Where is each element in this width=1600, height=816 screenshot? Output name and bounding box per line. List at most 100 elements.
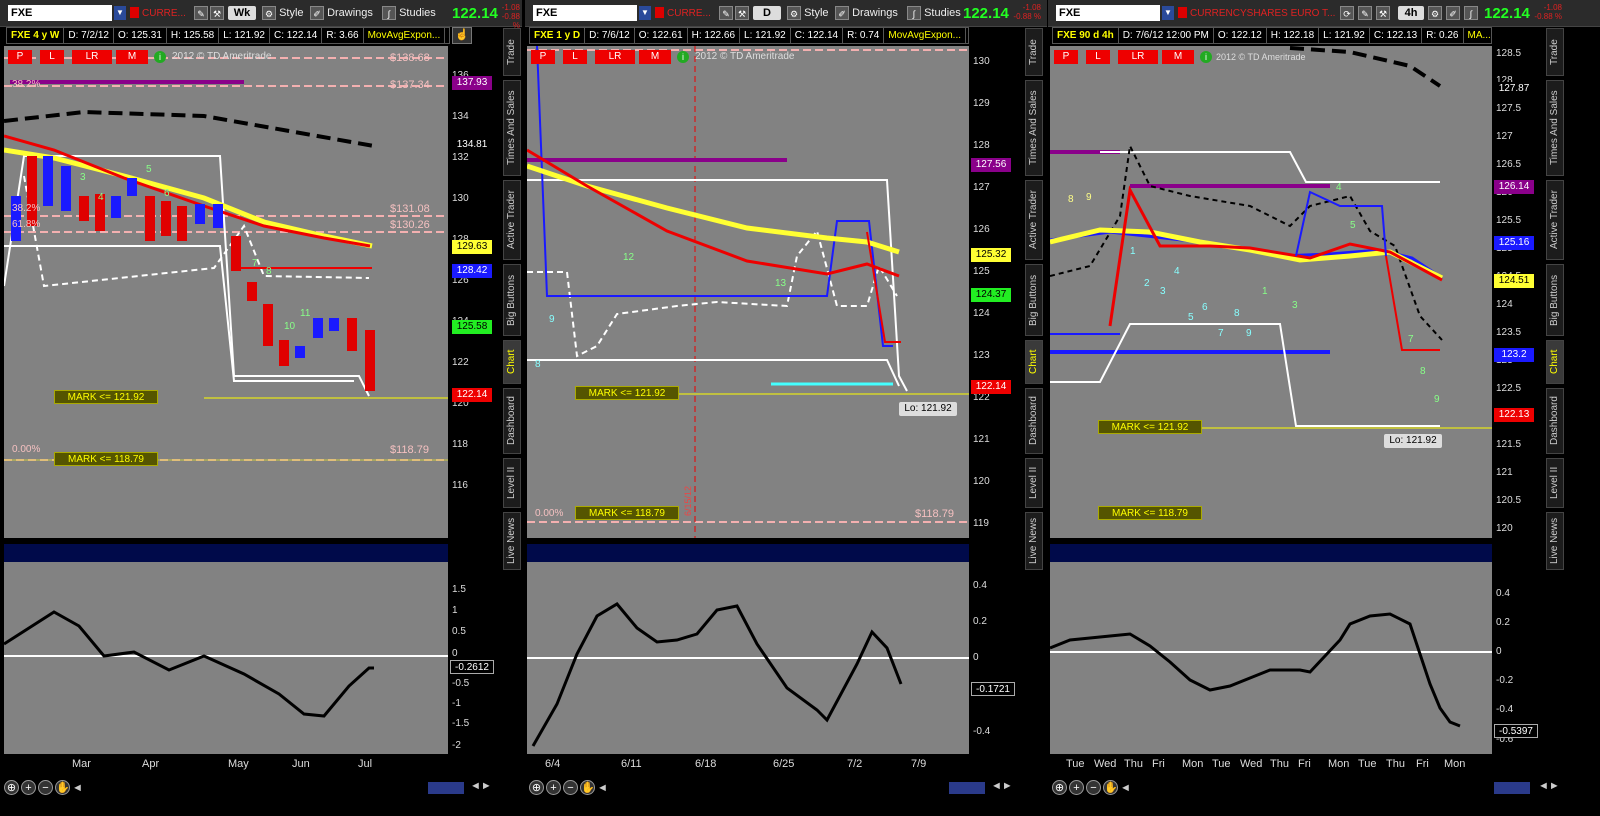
price-chart[interactable]: P L LR M i 2012 © TD Ameritrade $138.68 … bbox=[4, 46, 448, 538]
plr-m-button[interactable]: M bbox=[1162, 50, 1194, 64]
info-icon[interactable]: i bbox=[677, 51, 689, 63]
tab-big-buttons[interactable]: Big Buttons bbox=[503, 264, 521, 336]
plr-l-button[interactable]: L bbox=[40, 50, 64, 64]
cursor-mode-icon[interactable]: ☝ bbox=[452, 27, 472, 44]
scroll-left-icon[interactable]: ◄ bbox=[72, 782, 83, 794]
tab-big-buttons[interactable]: Big Buttons bbox=[1546, 264, 1564, 336]
studies-button[interactable]: ∫ Studies bbox=[907, 6, 961, 21]
tab-active-trader[interactable]: Active Trader bbox=[503, 180, 521, 260]
aggregation-button[interactable]: Wk bbox=[228, 6, 256, 20]
zoom-in-icon[interactable]: + bbox=[1069, 780, 1084, 795]
style-button[interactable]: ⚙ Style bbox=[787, 6, 829, 21]
tab-times-and-sales[interactable]: Times And Sales bbox=[1546, 80, 1564, 176]
expand-icon[interactable]: ◄► bbox=[1538, 780, 1560, 792]
tab-dashboard[interactable]: Dashboard bbox=[1546, 388, 1564, 454]
drawings-button[interactable]: ✐ bbox=[1446, 6, 1460, 21]
settings-icon[interactable]: ✎ bbox=[1358, 6, 1372, 21]
mark-alert[interactable]: MARK <= 118.79 bbox=[1098, 506, 1202, 520]
link-color-icon[interactable] bbox=[655, 7, 664, 18]
zoom-in-icon[interactable]: + bbox=[546, 780, 561, 795]
scrollbar-thumb[interactable] bbox=[1494, 782, 1530, 794]
pan-hand-icon[interactable]: ✋ bbox=[55, 780, 70, 795]
zoom-out-icon[interactable]: − bbox=[1086, 780, 1101, 795]
plr-p-button[interactable]: P bbox=[531, 50, 555, 64]
info-icon[interactable]: i bbox=[1200, 51, 1212, 63]
price-chart[interactable]: P L LR M i 2012 © TD Ameritrade MARK <= … bbox=[1050, 46, 1492, 538]
mark-alert[interactable]: MARK <= 121.92 bbox=[1098, 420, 1202, 434]
tools-icon[interactable]: ⚒ bbox=[1376, 6, 1390, 21]
mark-alert[interactable]: MARK <= 118.79 bbox=[54, 452, 158, 466]
tab-active-trader[interactable]: Active Trader bbox=[1546, 180, 1564, 260]
tab-chart[interactable]: Chart bbox=[1025, 340, 1043, 384]
tab-times-and-sales[interactable]: Times And Sales bbox=[503, 80, 521, 176]
zoom-fit-icon[interactable]: ⊕ bbox=[1052, 780, 1067, 795]
link-color-icon[interactable] bbox=[1178, 7, 1187, 18]
tab-live-news[interactable]: Live News bbox=[1025, 512, 1043, 570]
oscillator-pane[interactable] bbox=[4, 544, 448, 754]
tab-dashboard[interactable]: Dashboard bbox=[503, 388, 521, 454]
link-color-icon[interactable] bbox=[130, 7, 139, 18]
tab-dashboard[interactable]: Dashboard bbox=[1025, 388, 1043, 454]
mark-alert[interactable]: MARK <= 118.79 bbox=[575, 506, 679, 520]
tab-chart[interactable]: Chart bbox=[503, 340, 521, 384]
plr-lr-button[interactable]: LR bbox=[1118, 50, 1158, 64]
expand-icon[interactable]: ◄► bbox=[470, 780, 492, 792]
scrollbar-thumb[interactable] bbox=[428, 782, 464, 794]
tab-live-news[interactable]: Live News bbox=[1546, 512, 1564, 570]
tab-level-ii[interactable]: Level II bbox=[1025, 458, 1043, 508]
price-chart[interactable]: P L LR M i 2012 © TD Ameritrade $118.79 … bbox=[527, 46, 969, 538]
tab-live-news[interactable]: Live News bbox=[503, 512, 521, 570]
tab-level-ii[interactable]: Level II bbox=[503, 458, 521, 508]
tools-icon[interactable]: ⚒ bbox=[210, 6, 224, 21]
symbol-dropdown-icon[interactable]: ▼ bbox=[639, 6, 651, 20]
plr-p-button[interactable]: P bbox=[1054, 50, 1078, 64]
aggregation-button[interactable]: 4h bbox=[1398, 6, 1424, 20]
style-button[interactable]: ⚙ bbox=[1428, 6, 1442, 21]
tab-active-trader[interactable]: Active Trader bbox=[1025, 180, 1043, 260]
zoom-fit-icon[interactable]: ⊕ bbox=[529, 780, 544, 795]
plr-m-button[interactable]: M bbox=[116, 50, 148, 64]
zoom-out-icon[interactable]: − bbox=[38, 780, 53, 795]
tab-big-buttons[interactable]: Big Buttons bbox=[1025, 264, 1043, 336]
zoom-out-icon[interactable]: − bbox=[563, 780, 578, 795]
sync-icon[interactable]: ⟳ bbox=[1340, 6, 1354, 21]
tab-trade[interactable]: Trade bbox=[503, 28, 521, 76]
plr-p-button[interactable]: P bbox=[8, 50, 32, 64]
oscillator-pane[interactable] bbox=[527, 544, 969, 754]
scrollbar-thumb[interactable] bbox=[949, 782, 985, 794]
plr-lr-button[interactable]: LR bbox=[72, 50, 112, 64]
drawings-button[interactable]: ✐ Drawings bbox=[835, 6, 898, 21]
plr-l-button[interactable]: L bbox=[1086, 50, 1110, 64]
style-button[interactable]: ⚙ Style bbox=[262, 6, 304, 21]
symbol-dropdown-icon[interactable]: ▼ bbox=[1162, 6, 1174, 20]
drawings-button[interactable]: ✐ Drawings bbox=[310, 6, 373, 21]
info-icon[interactable]: i bbox=[154, 51, 166, 63]
oscillator-pane[interactable] bbox=[1050, 544, 1492, 754]
symbol-input[interactable]: FXE bbox=[533, 5, 637, 21]
tab-times-and-sales[interactable]: Times And Sales bbox=[1025, 80, 1043, 176]
plr-m-button[interactable]: M bbox=[639, 50, 671, 64]
pan-hand-icon[interactable]: ✋ bbox=[1103, 780, 1118, 795]
tools-icon[interactable]: ⚒ bbox=[735, 6, 749, 21]
mark-alert[interactable]: MARK <= 121.92 bbox=[575, 386, 679, 400]
studies-button[interactable]: ∫ bbox=[1464, 6, 1478, 21]
symbol-dropdown-icon[interactable]: ▼ bbox=[114, 6, 126, 20]
plr-l-button[interactable]: L bbox=[563, 50, 587, 64]
tab-level-ii[interactable]: Level II bbox=[1546, 458, 1564, 508]
settings-icon[interactable]: ✎ bbox=[194, 6, 208, 21]
zoom-in-icon[interactable]: + bbox=[21, 780, 36, 795]
aggregation-button[interactable]: D bbox=[753, 6, 781, 20]
settings-icon[interactable]: ✎ bbox=[719, 6, 733, 21]
symbol-input[interactable]: FXE bbox=[1056, 5, 1160, 21]
studies-button[interactable]: ∫ Studies bbox=[382, 6, 436, 21]
expand-icon[interactable]: ◄► bbox=[991, 780, 1013, 792]
tab-chart[interactable]: Chart bbox=[1546, 340, 1564, 384]
zoom-fit-icon[interactable]: ⊕ bbox=[4, 780, 19, 795]
scroll-left-icon[interactable]: ◄ bbox=[1120, 782, 1131, 794]
tab-trade[interactable]: Trade bbox=[1025, 28, 1043, 76]
pan-hand-icon[interactable]: ✋ bbox=[580, 780, 595, 795]
plr-lr-button[interactable]: LR bbox=[595, 50, 635, 64]
symbol-input[interactable]: FXE bbox=[8, 5, 112, 21]
scroll-left-icon[interactable]: ◄ bbox=[597, 782, 608, 794]
tab-trade[interactable]: Trade bbox=[1546, 28, 1564, 76]
